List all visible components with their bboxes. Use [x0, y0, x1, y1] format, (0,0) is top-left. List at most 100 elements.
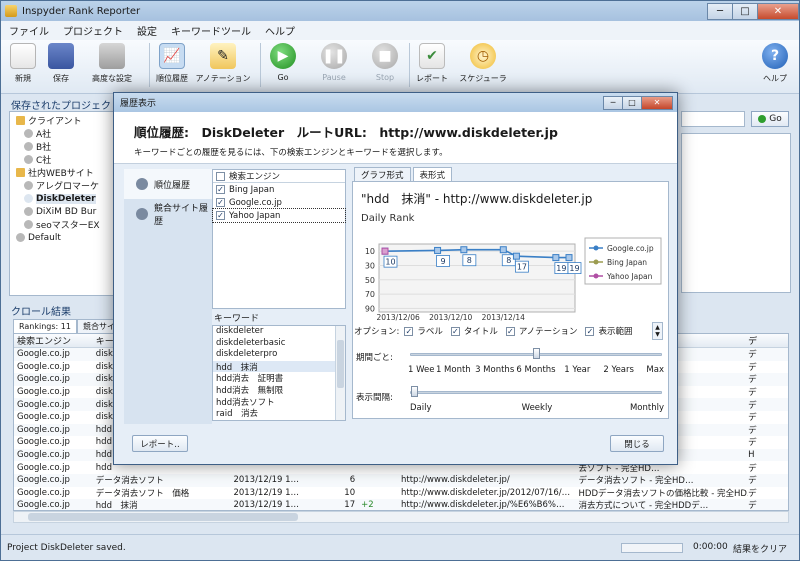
data-point	[565, 254, 573, 262]
toolbar-button-3[interactable]: 📈 順位履歴	[154, 43, 190, 84]
close-window-button[interactable]: ✕	[757, 2, 799, 20]
side-item-rank-history[interactable]: 順位履歴	[124, 169, 212, 199]
toolbar-button-4[interactable]: ✎ アノテーション	[192, 43, 254, 84]
y-tick-label: 90	[365, 304, 375, 313]
option-item[interactable]: ✓ ラベル	[404, 325, 443, 337]
toolbar-button-9[interactable]: ◷ スケジューラ	[452, 43, 514, 84]
option-item[interactable]: ✓ 表示範囲	[585, 325, 633, 337]
keyword-item[interactable]: hdd 抹消	[213, 360, 345, 373]
select-all-checkbox[interactable]	[216, 171, 225, 181]
col-header-engine[interactable]: 検索エンジン	[14, 334, 96, 347]
keyword-list-scrollbar[interactable]	[335, 326, 345, 420]
table-cell: 消去方式について - 完全HDDデ…	[578, 501, 709, 511]
menu-file[interactable]: ファイル	[9, 23, 49, 38]
keyword-item[interactable]: diskdeleterpro	[213, 349, 345, 361]
menu-settings[interactable]: 設定	[137, 23, 157, 38]
data-point	[460, 246, 468, 254]
data-label: 17	[517, 263, 527, 272]
toolbar-button-label: レポート	[416, 74, 448, 83]
tab-table-view[interactable]: 表形式	[412, 167, 453, 181]
table-cell: 6	[349, 475, 356, 486]
legend-marker	[593, 259, 599, 265]
option-checkbox[interactable]: ✓	[505, 326, 515, 336]
option-checkbox[interactable]: ✓	[585, 326, 595, 336]
slider-tick-label: 1 Wee	[408, 365, 435, 375]
table-cell: Google.co.jp	[17, 361, 70, 372]
engine-checkbox[interactable]: ✓	[216, 211, 225, 220]
project-icon	[24, 207, 33, 216]
results-horizontal-scrollbar[interactable]	[13, 511, 789, 523]
toolbar-button-1[interactable]: 保存	[43, 43, 79, 84]
chart-view-tabs: グラフ形式 表形式	[354, 167, 454, 181]
toolbar-button-5[interactable]: ▶ Go	[265, 43, 301, 82]
option-checkbox[interactable]: ✓	[404, 326, 414, 336]
x-tick-label: 2013/12/10	[429, 313, 472, 322]
period-slider-thumb[interactable]	[533, 348, 540, 359]
keyword-item[interactable]: diskdeleter	[213, 326, 345, 338]
minimize-button[interactable]: ─	[707, 2, 733, 20]
engine-item[interactable]: ✓ Google.co.jp	[213, 196, 345, 209]
engines-select-all[interactable]: 検索エンジン	[213, 170, 345, 183]
scrollbar-thumb[interactable]	[28, 513, 298, 521]
keyword-item[interactable]: hdd消去ソフト	[213, 396, 345, 408]
keyword-item[interactable]: raid 消去	[213, 407, 345, 419]
keyword-item[interactable]: diskdeleterbasic	[213, 338, 345, 350]
menu-project[interactable]: プロジェクト	[63, 23, 123, 38]
dialog-instructions: キーワードごとの履歴を見るには、下の検索エンジンとキーワードを選択します。	[134, 148, 448, 158]
col-header-description[interactable]: デ	[748, 334, 788, 347]
engine-checkbox[interactable]: ✓	[216, 185, 225, 194]
interval-slider-track[interactable]	[410, 391, 662, 394]
table-row[interactable]: Google.co.jp データ消去ソフト 価格 2013/12/19 1… 10 ht…	[14, 487, 788, 500]
table-cell: Google.co.jp	[17, 387, 70, 398]
options-spinner[interactable]: ▲ ▼	[652, 322, 663, 340]
table-cell: デ	[748, 501, 757, 511]
dialog-maximize-button[interactable]: □	[622, 95, 642, 110]
toolbar-button-8[interactable]: ✔ レポート	[414, 43, 450, 84]
menu-keyword-tools[interactable]: キーワードツール	[171, 23, 251, 38]
engine-item[interactable]: ✓ Yahoo Japan	[212, 208, 346, 223]
engine-item[interactable]: ✓ Bing Japan	[213, 183, 345, 196]
option-item[interactable]: ✓ アノテーション	[505, 325, 577, 337]
maximize-button[interactable]: □	[732, 2, 758, 20]
slider-tick-label: Monthly	[629, 403, 664, 413]
tab-rankings[interactable]: Rankings: 11	[13, 319, 77, 333]
toolbar-button-2[interactable]: 高度な設定	[81, 43, 143, 84]
engine-checkbox[interactable]: ✓	[216, 198, 225, 207]
close-button[interactable]: 閉じる	[610, 435, 664, 452]
dialog-close-x-button[interactable]: ✕	[641, 95, 673, 110]
table-cell: デ	[748, 413, 757, 424]
option-checkbox[interactable]: ✓	[450, 326, 460, 336]
keyword-item[interactable]: hdd消去 証明書	[213, 372, 345, 384]
toolbar-button-0[interactable]: 新規	[5, 43, 41, 84]
slider-tick-label: 6 Months	[516, 365, 556, 375]
tab-graph-view[interactable]: グラフ形式	[354, 167, 411, 181]
table-cell: 10	[344, 487, 356, 498]
toolbar-separator	[260, 43, 261, 87]
option-item[interactable]: ✓ タイトル	[450, 325, 498, 337]
table-cell: データ消去ソフト - 完全HD…	[578, 476, 694, 487]
clear-results-link[interactable]: 結果をクリア	[733, 542, 787, 555]
toolbar-button-6[interactable]: ❚❚ Pause	[303, 43, 365, 82]
tree-item-label: DiXiM BD Bur	[36, 206, 97, 217]
menu-help[interactable]: ヘルプ	[265, 23, 295, 38]
url-input[interactable]	[681, 111, 745, 127]
table-cell: Google.co.jp	[17, 462, 70, 473]
keyword-item[interactable]: hdd消去 無制限	[213, 384, 345, 396]
scrollbar-thumb[interactable]	[337, 340, 344, 388]
chart-panel: "hdd 抹消" - http://www.diskdeleter.jp Dai…	[352, 181, 669, 419]
dialog-minimize-button[interactable]: ─	[603, 95, 623, 110]
toolbar-button-7[interactable]: ■ Stop	[367, 43, 403, 82]
table-cell: 2013/12/19 1…	[233, 475, 300, 486]
report-button[interactable]: レポート..	[132, 435, 188, 452]
toolbar-separator	[149, 43, 150, 87]
toolbar-button-10[interactable]: ? ヘルプ	[757, 43, 793, 84]
side-item-competitor-history[interactable]: 競合サイト履歴	[124, 199, 212, 229]
table-row[interactable]: Google.co.jp hdd 抹消 2013/12/19 1… 17 +2 http:…	[14, 499, 788, 511]
side-item-label: 順位履歴	[154, 180, 191, 191]
rank-chart: 10 30 50 70 902013/12/06 2013/12/10 2013/12/14…	[365, 237, 662, 322]
go-button[interactable]: Go	[751, 111, 789, 127]
interval-slider-thumb[interactable]	[411, 386, 418, 397]
slider-tick-label: 2 Years	[603, 365, 634, 375]
table-cell: デ	[748, 362, 757, 373]
table-row[interactable]: Google.co.jp データ消去ソフト 2013/12/19 1… 6 http:/…	[14, 473, 788, 487]
